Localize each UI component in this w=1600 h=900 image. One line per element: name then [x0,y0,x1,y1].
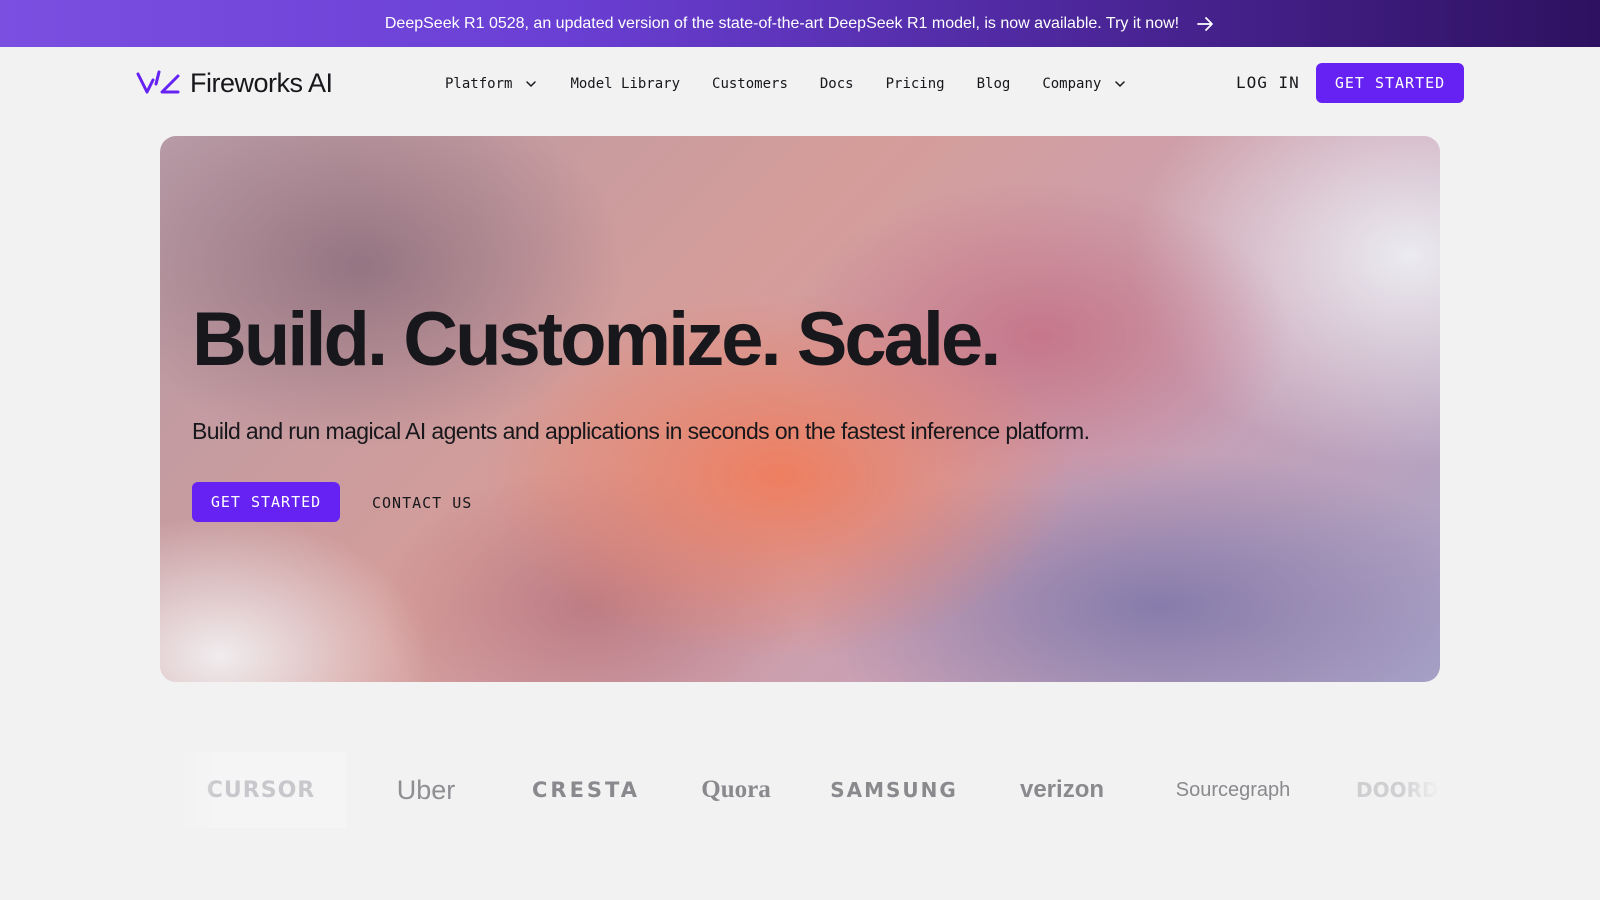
nav-item-platform[interactable]: Platform [445,76,538,92]
logos-fade-right [1400,752,1440,828]
nav-item-label: Company [1042,75,1102,92]
nav-item-blog[interactable]: Blog [977,76,1011,92]
hero-get-started-button[interactable]: GET STARTED [192,482,340,522]
nav-item-docs[interactable]: Docs [820,76,854,92]
nav-item-pricing[interactable]: Pricing [886,76,945,92]
main-nav: Platform Model Library Customers Docs Pr… [445,47,1159,120]
customer-logos: CURSOR Uber CRESTA Quora SAMSUNG verizon… [176,752,1440,828]
site-header: Fireworks AI Platform Model Library Cust… [0,47,1600,120]
customer-logo-sourcegraph: Sourcegraph [1142,752,1318,828]
nav-item-label: Platform [445,75,513,92]
customer-logo-quora: Quora [701,776,771,803]
nav-item-model-library[interactable]: Model Library [570,76,680,92]
customer-logo-samsung: SAMSUNG [830,778,958,802]
logo-text: Fireworks AI [190,67,333,98]
sourcegraph-label: Sourcegraph [1175,778,1291,801]
arrow-right-icon[interactable] [1195,14,1215,34]
hero-title: Build. Customize. Scale. [192,297,1001,382]
fireworks-logo[interactable]: Fireworks AI [136,67,333,99]
nav-item-company[interactable]: Company [1042,76,1127,92]
hero-section: Build. Customize. Scale. Build and run m… [160,136,1440,682]
nav-item-label: Customers [712,75,788,92]
fireworks-logo-icon [136,70,180,94]
nav-item-label: Blog [976,75,1011,92]
banner-text[interactable]: DeepSeek R1 0528, an updated version of … [385,15,1179,33]
nav-item-label: Pricing [885,75,945,92]
announcement-banner[interactable]: DeepSeek R1 0528, an updated version of … [0,0,1600,47]
get-started-button[interactable]: GET STARTED [1316,63,1464,103]
customer-logo-cresta: CRESTA [532,778,640,802]
customer-logo-uber: Uber [396,774,456,805]
login-link[interactable]: LOG IN [1236,73,1300,92]
chevron-down-icon [526,80,537,87]
chevron-down-icon [1115,80,1126,87]
nav-item-customers[interactable]: Customers [712,76,788,92]
hero-subtitle: Build and run magical AI agents and appl… [192,418,1090,444]
contact-us-link[interactable]: CONTACT US [372,494,472,512]
customer-logo-verizon: verizon [1019,776,1105,803]
nav-item-label: Model Library [570,75,681,92]
nav-item-label: Docs [819,75,854,92]
logos-fade-left [176,752,216,828]
